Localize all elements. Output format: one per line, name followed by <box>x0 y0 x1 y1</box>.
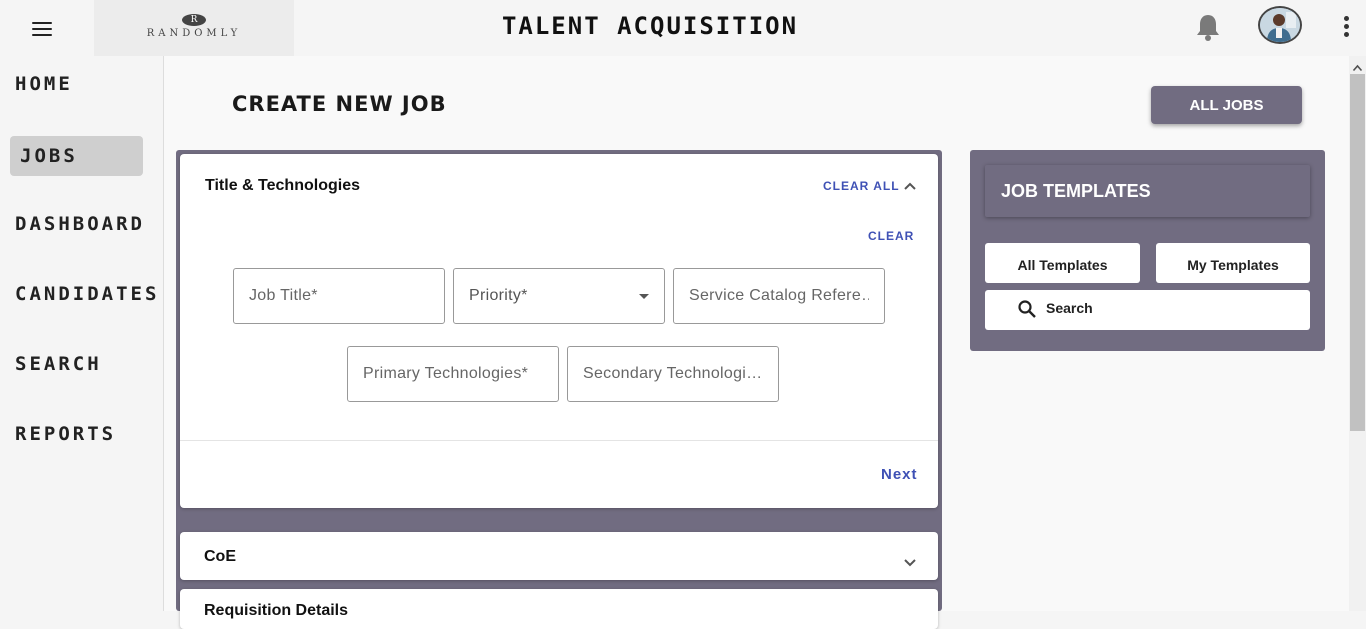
clear-button[interactable]: CLEAR <box>868 229 914 243</box>
chevron-down-icon[interactable] <box>903 555 917 567</box>
sidebar-item-home[interactable]: HOME <box>10 64 143 104</box>
sidebar-item-candidates[interactable]: CANDIDATES <box>10 274 156 314</box>
logo-mark: R <box>182 14 206 26</box>
primary-technologies-input[interactable] <box>347 346 559 402</box>
kebab-icon[interactable] <box>1338 14 1354 40</box>
priority-select[interactable]: Priority* <box>453 268 665 324</box>
job-templates-title: JOB TEMPLATES <box>1001 181 1151 201</box>
scroll-up-icon[interactable] <box>1352 60 1363 72</box>
next-button[interactable]: Next <box>881 466 918 483</box>
app-title: TALENT ACQUISITION <box>501 12 799 40</box>
all-templates-button[interactable]: All Templates <box>985 243 1140 283</box>
sidebar-item-search[interactable]: SEARCH <box>10 344 143 384</box>
clear-all-button[interactable]: CLEAR ALL <box>823 179 900 193</box>
service-catalog-input[interactable] <box>673 268 885 324</box>
avatar[interactable] <box>1258 6 1302 44</box>
section-title: Requisition Details <box>204 602 349 619</box>
search-icon <box>1017 299 1037 319</box>
chevron-up-icon[interactable] <box>903 178 917 190</box>
secondary-technologies-input[interactable] <box>567 346 779 402</box>
job-title-input[interactable] <box>233 268 445 324</box>
logo-text: RANDOMLY <box>146 28 242 39</box>
my-templates-button[interactable]: My Templates <box>1156 243 1310 283</box>
caret-down-icon <box>639 294 649 299</box>
bell-icon[interactable] <box>1194 12 1222 42</box>
sidebar-item-dashboard[interactable]: DASHBOARD <box>10 204 143 244</box>
section-coe[interactable] <box>180 532 938 580</box>
page-title: CREATE NEW JOB <box>232 92 447 116</box>
top-bar: R RANDOMLY TALENT ACQUISITION <box>0 0 1366 56</box>
sidebar-item-jobs[interactable]: JOBS <box>10 136 143 176</box>
menu-icon[interactable] <box>28 18 56 40</box>
divider <box>180 440 938 441</box>
template-search-label: Search <box>1046 300 1093 316</box>
all-jobs-button[interactable]: ALL JOBS <box>1151 86 1302 124</box>
section-title: Title & Technologies <box>205 177 360 194</box>
section-title: CoE <box>204 548 236 565</box>
section-title-technologies <box>180 154 938 508</box>
scrollbar-thumb[interactable] <box>1350 74 1365 431</box>
sidebar-item-reports[interactable]: REPORTS <box>10 414 143 454</box>
